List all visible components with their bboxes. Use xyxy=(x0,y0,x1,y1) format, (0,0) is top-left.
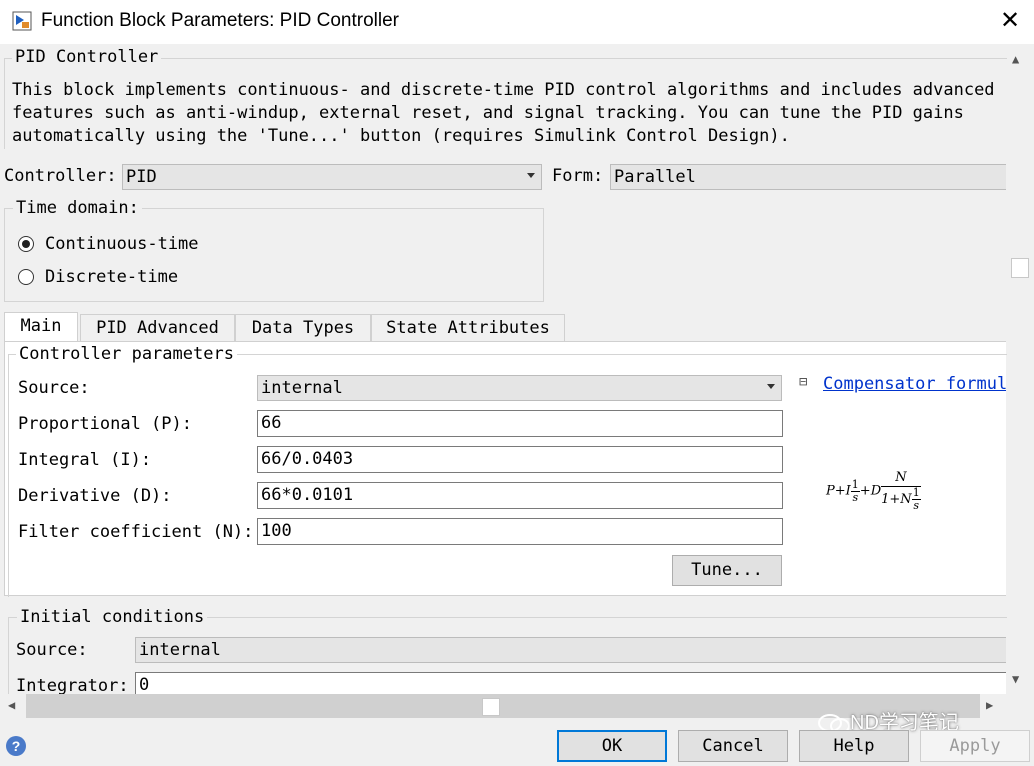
ic-source-dropdown[interactable]: internal xyxy=(135,637,1006,663)
block-description: This block implements continuous- and di… xyxy=(12,80,995,146)
simulink-block-icon xyxy=(12,11,32,31)
formula-plus: + xyxy=(859,483,871,499)
formula-d: D xyxy=(870,483,882,499)
compensator-formula-link[interactable]: Compensator formula xyxy=(823,374,1006,394)
controller-label: Controller: xyxy=(4,166,117,186)
tab-data-types[interactable]: Data Types xyxy=(235,314,371,341)
time-domain-legend: Time domain: xyxy=(13,198,142,218)
chevron-down-icon xyxy=(767,384,775,389)
close-icon[interactable]: ✕ xyxy=(996,6,1024,36)
ic-source-value: internal xyxy=(139,640,221,660)
scroll-right-icon[interactable]: ▶ xyxy=(986,698,993,712)
formula-inner-fraction: 1s xyxy=(911,487,921,512)
derivative-label: Derivative (D): xyxy=(18,486,172,506)
formula-n: N xyxy=(881,470,921,487)
discrete-time-radio[interactable] xyxy=(18,269,34,285)
chevron-down-icon xyxy=(527,173,535,178)
help-button[interactable]: Help xyxy=(799,730,909,762)
source-label: Source: xyxy=(18,378,90,398)
formula-s: s xyxy=(913,499,920,512)
integral-field[interactable]: 66/0.0403 xyxy=(257,446,783,473)
form-label: Form: xyxy=(552,166,604,186)
ok-button[interactable]: OK xyxy=(557,730,667,762)
tab-main[interactable]: Main xyxy=(4,312,78,342)
form-value: Parallel xyxy=(614,167,696,187)
vertical-scroll-thumb[interactable] xyxy=(1011,258,1029,278)
controller-value: PID xyxy=(126,167,157,187)
integral-label: Integral (I): xyxy=(18,450,152,470)
formula-derivative-fraction: N 1+N 1 s xyxy=(881,470,921,512)
ic-source-label: Source: xyxy=(16,640,88,660)
formula-den-prefix: 1+N xyxy=(881,492,912,507)
proportional-field[interactable]: 66 xyxy=(257,410,783,437)
form-dropdown[interactable]: Parallel xyxy=(610,164,1006,190)
source-value: internal xyxy=(261,378,343,398)
continuous-time-radio[interactable] xyxy=(18,236,34,252)
tab-pid-advanced[interactable]: PID Advanced xyxy=(80,314,235,341)
derivative-field[interactable]: 66*0.0101 xyxy=(257,482,783,509)
tab-state-attributes[interactable]: State Attributes xyxy=(371,314,565,341)
formula-p: P xyxy=(826,483,835,499)
formula-integral-fraction: 1s xyxy=(850,477,860,504)
filter-coefficient-field[interactable]: 100 xyxy=(257,518,783,545)
continuous-time-label: Continuous-time xyxy=(45,234,199,254)
controller-parameters-legend: Controller parameters xyxy=(16,344,237,364)
cancel-button[interactable]: Cancel xyxy=(678,730,788,762)
help-icon[interactable]: ? xyxy=(6,736,26,756)
description-legend: PID Controller xyxy=(12,47,162,67)
scroll-down-icon[interactable]: ▼ xyxy=(1012,672,1019,686)
controller-dropdown[interactable]: PID xyxy=(122,164,542,190)
discrete-time-label: Discrete-time xyxy=(45,267,179,287)
formula-s: s xyxy=(852,490,859,504)
formula-one: 1 xyxy=(850,477,860,492)
formula-denominator: 1+N 1 s xyxy=(881,487,921,512)
scroll-up-icon[interactable]: ▲ xyxy=(1012,52,1019,66)
vertical-scrollbar[interactable] xyxy=(1008,44,1034,694)
compensator-formula: P+I 1 s +D N 1+N 1 s xyxy=(826,470,921,512)
radio-dot xyxy=(22,240,30,248)
initial-conditions-legend: Initial conditions xyxy=(17,607,208,627)
formula-plus: + xyxy=(834,483,846,499)
time-domain-group xyxy=(4,208,544,302)
horizontal-scroll-thumb[interactable] xyxy=(482,698,500,716)
apply-button[interactable]: Apply xyxy=(920,730,1030,762)
tune-button[interactable]: Tune... xyxy=(672,555,782,586)
integrator-label: Integrator: xyxy=(16,676,129,696)
filter-coefficient-label: Filter coefficient (N): xyxy=(18,522,254,542)
collapse-icon[interactable]: ⊟ xyxy=(799,374,807,390)
window-title: Function Block Parameters: PID Controlle… xyxy=(41,10,399,31)
scroll-left-icon[interactable]: ◀ xyxy=(8,698,15,712)
source-dropdown[interactable]: internal xyxy=(257,375,782,401)
proportional-label: Proportional (P): xyxy=(18,414,192,434)
